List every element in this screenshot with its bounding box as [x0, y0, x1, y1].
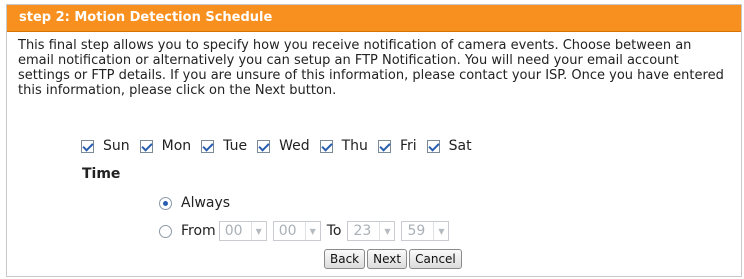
back-button[interactable]: Back	[324, 249, 366, 269]
day-label: Sun	[103, 138, 130, 154]
to-hour-select[interactable]: 23 ▼	[347, 221, 396, 241]
chevron-down-icon: ▼	[250, 222, 266, 240]
day-selector: Sun Mon Tue Wed Thu Fri Sat	[81, 136, 482, 156]
from-hour-select[interactable]: 00 ▼	[218, 221, 267, 241]
tue-checkbox[interactable]	[201, 139, 215, 153]
wizard-panel: step 2: Motion Detection Schedule This f…	[6, 4, 742, 277]
day-sun[interactable]: Sun	[81, 138, 130, 154]
step-title: step 2: Motion Detection Schedule	[19, 10, 273, 25]
chevron-down-icon: ▼	[433, 222, 448, 240]
from-radio[interactable]	[159, 224, 172, 238]
chevron-down-icon: ▼	[304, 222, 320, 240]
day-tue[interactable]: Tue	[201, 138, 247, 154]
day-label: Fri	[399, 138, 417, 154]
fri-checkbox[interactable]	[377, 139, 391, 153]
day-mon[interactable]: Mon	[139, 138, 192, 154]
from-hour-value: 00	[224, 223, 243, 239]
day-label: Tue	[223, 138, 248, 154]
sun-checkbox[interactable]	[81, 139, 94, 153]
sat-checkbox[interactable]	[426, 139, 440, 153]
always-label: Always	[181, 195, 231, 211]
to-minute-select[interactable]: 59 ▼	[401, 221, 450, 241]
thu-checkbox[interactable]	[319, 139, 333, 153]
to-hour-value: 23	[353, 223, 372, 239]
mon-checkbox[interactable]	[139, 139, 153, 153]
day-label: Wed	[279, 138, 310, 154]
cancel-button[interactable]: Cancel	[409, 249, 462, 269]
day-label: Thu	[341, 138, 368, 154]
day-thu[interactable]: Thu	[319, 138, 368, 154]
wed-checkbox[interactable]	[257, 139, 271, 153]
step-description: This final step allows you to specify ho…	[18, 38, 724, 98]
to-label: To	[326, 223, 342, 239]
next-button[interactable]: Next	[367, 249, 408, 269]
always-radio[interactable]	[159, 196, 172, 210]
to-minute-value: 59	[407, 223, 426, 239]
always-option[interactable]: Always	[159, 195, 230, 211]
from-minute-value: 00	[278, 223, 297, 239]
day-fri[interactable]: Fri	[377, 138, 417, 154]
day-wed[interactable]: Wed	[257, 138, 310, 154]
from-minute-select[interactable]: 00 ▼	[272, 221, 321, 241]
from-to-option: From 00 ▼ 00 ▼ To 23 ▼ 59 ▼	[159, 221, 452, 241]
day-sat[interactable]: Sat	[426, 138, 472, 154]
time-label: Time	[82, 166, 121, 182]
day-label: Sat	[448, 138, 472, 154]
day-label: Mon	[161, 138, 192, 154]
button-row: Back Next Cancel	[324, 249, 464, 269]
chevron-down-icon: ▼	[379, 222, 394, 240]
step-header: step 2: Motion Detection Schedule	[7, 5, 741, 32]
from-label: From	[181, 223, 216, 239]
